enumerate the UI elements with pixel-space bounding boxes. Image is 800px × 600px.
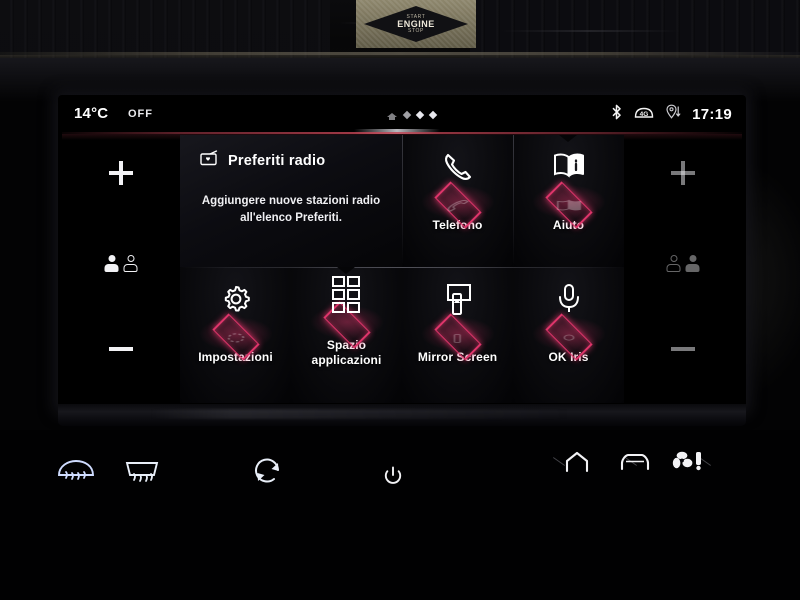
- temp-decrease-left-button[interactable]: [109, 347, 133, 351]
- gear-settings-icon-reflection: [222, 328, 250, 345]
- start-engine-diamond: START ENGINE STOP: [364, 6, 468, 42]
- lower-console: [0, 508, 800, 600]
- app-label-spazio-applicazioni: Spazio applicazioni: [312, 338, 382, 368]
- help-book-info-icon: [552, 151, 586, 186]
- app-ok-iris[interactable]: OK Iris: [513, 281, 624, 365]
- passenger-person-icon: [123, 255, 138, 272]
- recirculation-button[interactable]: [252, 458, 284, 486]
- location-pin-icon: [666, 104, 681, 125]
- app-pedestal: [309, 275, 384, 349]
- app-pedestal: [531, 149, 606, 229]
- temp-increase-left-button[interactable]: [109, 161, 133, 185]
- app-pedestal: [198, 281, 273, 361]
- air-vent-right: [470, 0, 800, 58]
- 4g-icon: 4G: [633, 105, 655, 125]
- app-pedestal: [420, 281, 495, 361]
- dual-zone-passengers-icon[interactable]: [666, 255, 700, 272]
- driver-person-icon: [104, 255, 119, 272]
- home-icon: [387, 110, 397, 120]
- page-dot-2[interactable]: [415, 110, 425, 120]
- dashboard-photo: START ENGINE STOP 14°C OFF 4G 17:19 Pref…: [0, 0, 800, 600]
- screen-mirror-icon-reflection: [444, 328, 472, 346]
- rear-defrost-button[interactable]: [124, 460, 160, 486]
- vent-blade-icon: [500, 30, 680, 32]
- home-app-area: Preferiti radio Aggiungere nuove stazion…: [180, 135, 624, 403]
- climate-zone-right: [624, 135, 742, 403]
- svg-text:4G: 4G: [640, 111, 649, 118]
- tile-notch: [559, 135, 577, 142]
- tile-notch: [337, 267, 355, 274]
- phone-handset-icon: [441, 151, 475, 188]
- passenger-person-icon: [685, 255, 700, 272]
- screen-mirror-icon: [441, 283, 475, 328]
- home-icon: [565, 451, 589, 473]
- widget-title: Preferiti radio: [228, 152, 326, 169]
- app-pedestal: [531, 281, 606, 361]
- temp-increase-right-button[interactable]: [671, 161, 695, 185]
- app-aiuto[interactable]: Aiuto: [513, 149, 624, 233]
- app-impostazioni[interactable]: Impostazioni: [180, 281, 291, 365]
- home-button[interactable]: [564, 450, 590, 474]
- start-engine-stop-button[interactable]: START ENGINE STOP: [356, 0, 476, 48]
- outside-temperature: 14°C: [74, 105, 109, 122]
- microphone-icon: [554, 283, 584, 324]
- widget-body-line1: Aggiungere nuove stazioni radio: [201, 195, 381, 207]
- infotainment-screen[interactable]: 14°C OFF 4G 17:19 Preferiti radio Aggiun…: [62, 99, 742, 403]
- phone-handset-icon-reflection: [443, 196, 473, 213]
- air-vent-left: [0, 0, 330, 58]
- climate-off-indicator: OFF: [128, 108, 153, 120]
- bluetooth-icon[interactable]: [611, 104, 622, 125]
- vehicle-button[interactable]: [620, 452, 650, 472]
- tile-divider: [180, 267, 624, 268]
- app-mirror-screen[interactable]: Mirror Screen: [402, 281, 513, 365]
- radio-favorites-icon: [200, 150, 219, 171]
- physical-button-strip: OFF: [0, 430, 800, 510]
- widget-header: Preferiti radio: [200, 150, 325, 171]
- page-dot-1[interactable]: [402, 110, 412, 120]
- radio-favorites-widget[interactable]: Preferiti radio Aggiungere nuove stazion…: [180, 135, 402, 267]
- app-telefono[interactable]: Telefono: [402, 149, 513, 233]
- fan-climate-icon: [672, 451, 701, 471]
- widget-body-line2: all'elenco Preferiti.: [240, 212, 342, 224]
- front-defrost-icon: [58, 460, 94, 480]
- app-grid-icon: [330, 275, 364, 324]
- power-icon: [384, 466, 402, 484]
- bezel-reflection: [150, 409, 570, 419]
- climate-zone-left: [62, 135, 180, 403]
- gear-settings-icon: [220, 283, 252, 320]
- power-icon-wrap[interactable]: [383, 466, 403, 486]
- clock: 17:19: [692, 106, 732, 123]
- status-icons: 4G 17:19: [611, 104, 732, 125]
- widget-body: Aggiungere nuove stazioni radio all'elen…: [180, 193, 402, 227]
- app-pedestal: [420, 149, 495, 229]
- stop-label: STOP: [408, 27, 424, 34]
- air-recirculation-icon: [255, 458, 279, 483]
- app-spazio-applicazioni[interactable]: Spazio applicazioni: [291, 275, 402, 368]
- help-book-info-icon-reflection: [554, 196, 584, 212]
- dual-zone-passengers-icon[interactable]: [104, 255, 138, 272]
- rear-defrost-icon: [125, 462, 159, 482]
- temp-decrease-right-button[interactable]: [671, 347, 695, 351]
- app-label-line2: applicazioni: [311, 353, 382, 367]
- microphone-icon-reflection: [556, 328, 582, 344]
- page-indicator[interactable]: [387, 110, 438, 120]
- page-dot-3[interactable]: [428, 110, 438, 120]
- status-bar: 14°C OFF 4G 17:19: [62, 99, 742, 134]
- car-icon: [620, 453, 650, 471]
- climate-button[interactable]: [672, 450, 706, 472]
- front-defrost-button[interactable]: [56, 458, 96, 486]
- driver-person-icon: [666, 255, 681, 272]
